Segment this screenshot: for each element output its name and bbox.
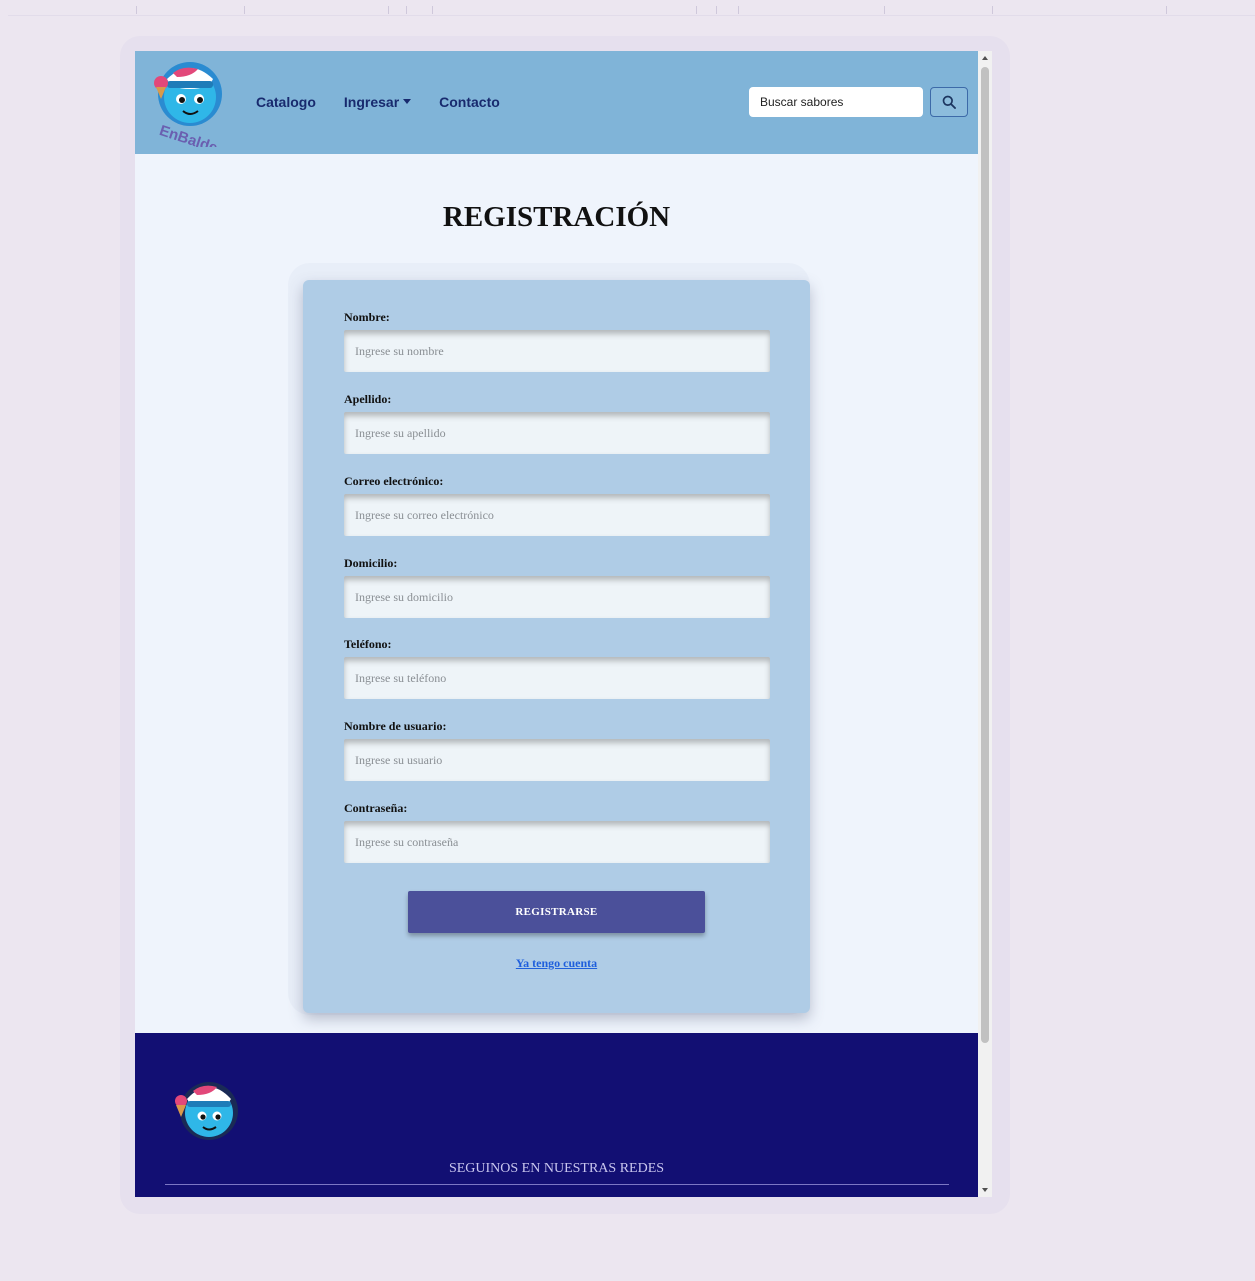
label-correo: Correo electrónico:	[344, 474, 444, 488]
field-apellido: Apellido:	[344, 392, 770, 454]
footer-social-title: SEGUINOS EN NUESTRAS REDES	[448, 1161, 665, 1176]
browser-viewport: EnBalde Catalogo Ingresar Contacto REGIS…	[135, 51, 992, 1197]
scroll-thumb[interactable]	[981, 67, 989, 1043]
nav-link-catalogo[interactable]: Catalogo	[256, 94, 316, 110]
registration-form: Nombre: Apellido: Correo electrónico: Do…	[303, 280, 810, 1013]
scroll-down-icon[interactable]	[982, 1188, 988, 1192]
search-input[interactable]	[749, 87, 923, 117]
scroll-up-icon[interactable]	[982, 56, 988, 60]
login-link[interactable]: Ya tengo cuenta	[303, 956, 810, 971]
navbar: EnBalde Catalogo Ingresar Contacto	[135, 51, 978, 157]
search-icon	[942, 95, 956, 109]
nav-link-ingresar[interactable]: Ingresar	[344, 94, 412, 110]
footer-mascot-icon	[171, 1071, 243, 1143]
field-telefono: Teléfono:	[344, 637, 770, 699]
browser-top-strip	[8, 0, 1255, 16]
label-apellido: Apellido:	[344, 392, 392, 406]
caret-down-icon	[403, 98, 412, 104]
apellido-input[interactable]	[344, 412, 770, 454]
label-telefono: Teléfono:	[344, 637, 392, 651]
field-usuario: Nombre de usuario:	[344, 719, 770, 781]
field-domicilio: Domicilio:	[344, 556, 770, 618]
footer: SEGUINOS EN NUESTRAS REDES	[135, 1033, 978, 1197]
field-correo: Correo electrónico:	[344, 474, 770, 536]
page-title: REGISTRACIÓN	[442, 201, 671, 233]
label-domicilio: Domicilio:	[344, 556, 398, 570]
password-input[interactable]	[344, 821, 770, 863]
usuario-input[interactable]	[344, 739, 770, 781]
telefono-input[interactable]	[344, 657, 770, 699]
footer-divider	[165, 1184, 949, 1185]
register-button[interactable]: REGISTRARSE	[408, 891, 705, 933]
label-usuario: Nombre de usuario:	[344, 719, 447, 733]
search-button[interactable]	[930, 87, 968, 117]
email-input[interactable]	[344, 494, 770, 536]
label-contrasena: Contraseña:	[344, 801, 408, 815]
ice-cream-mascot-icon[interactable]: EnBalde	[143, 59, 231, 157]
domicilio-input[interactable]	[344, 576, 770, 618]
nav-links: Catalogo Ingresar Contacto	[256, 94, 500, 110]
scrollbar[interactable]	[978, 51, 992, 1197]
nombre-input[interactable]	[344, 330, 770, 372]
label-nombre: Nombre:	[344, 310, 390, 324]
field-nombre: Nombre:	[344, 310, 770, 372]
field-contrasena: Contraseña:	[344, 801, 770, 863]
nav-link-contacto[interactable]: Contacto	[439, 94, 500, 110]
